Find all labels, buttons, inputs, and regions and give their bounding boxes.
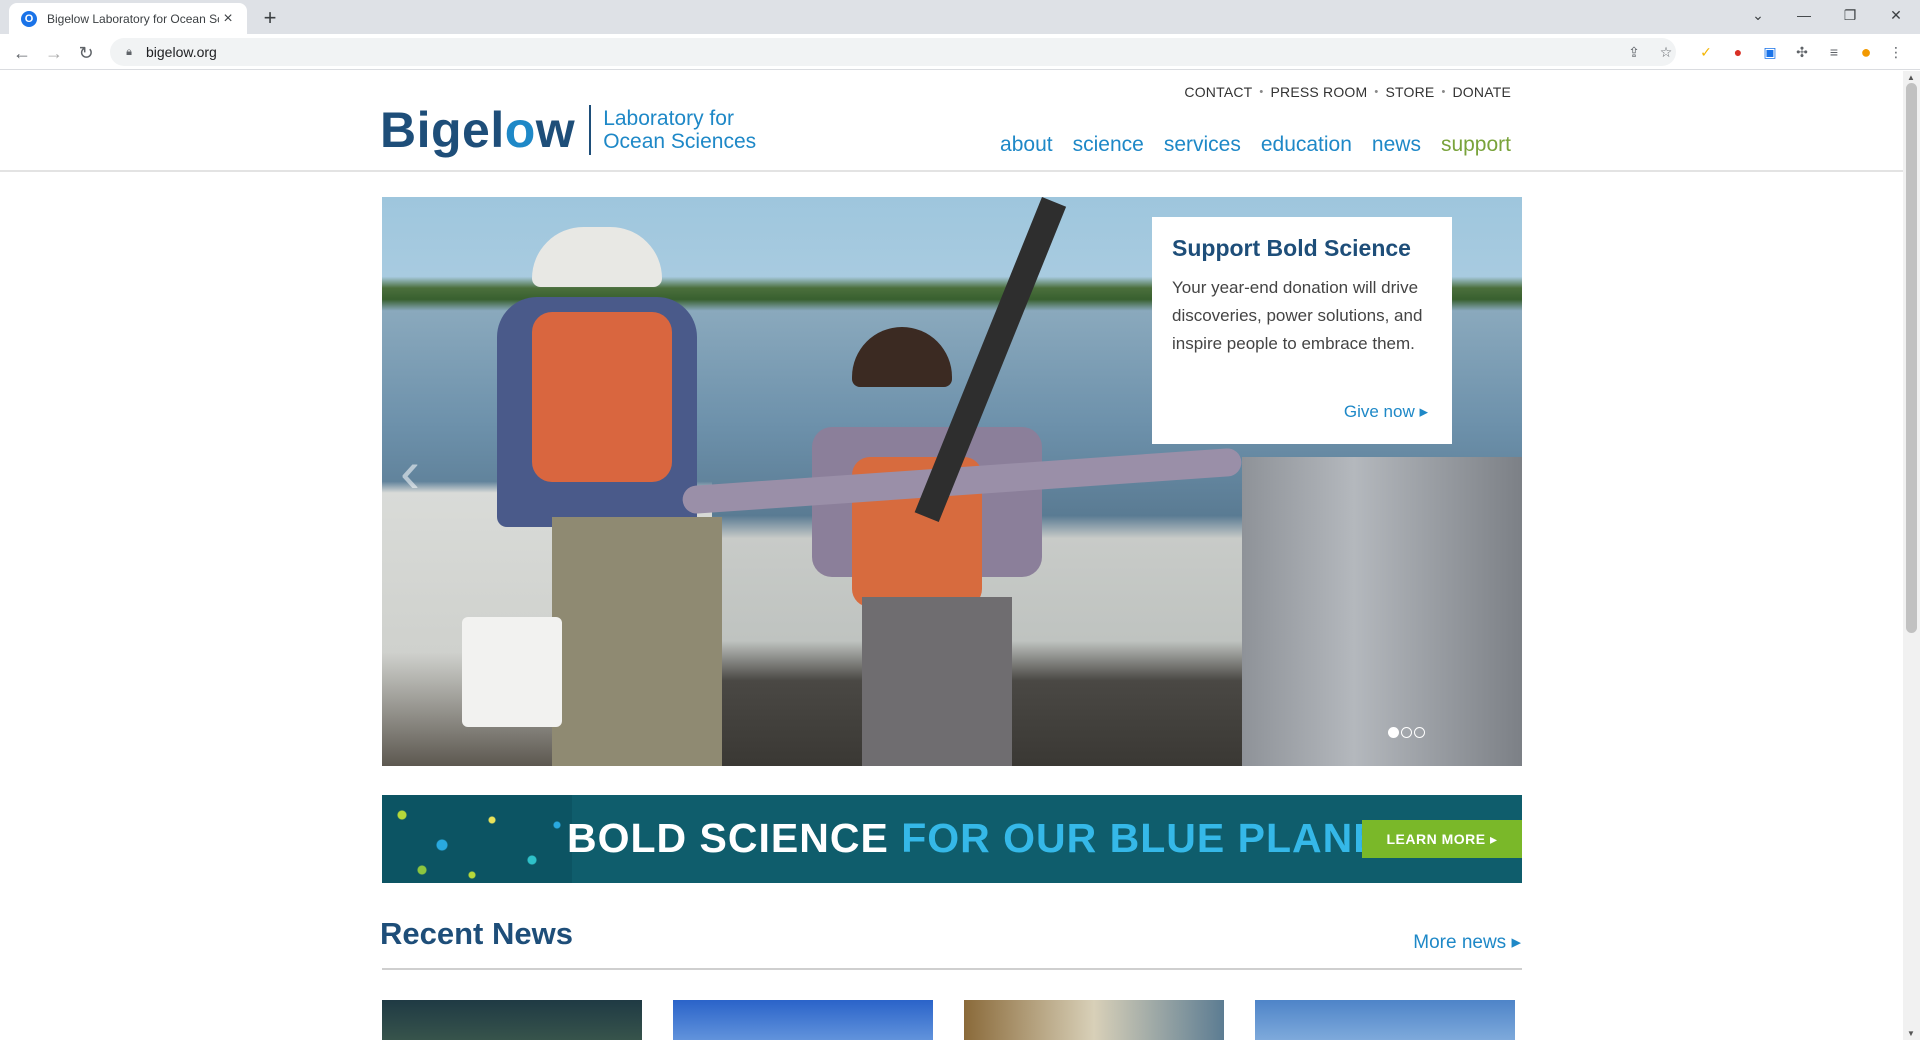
url-text[interactable]: bigelow.org: [146, 44, 217, 60]
scroll-down-icon[interactable]: ▼: [1907, 1029, 1915, 1038]
nav-news[interactable]: news: [1372, 133, 1421, 157]
hero-text: Your year-end donation will drive discov…: [1172, 278, 1423, 353]
address-bar[interactable]: 🔒︎ bigelow.org: [110, 38, 1676, 66]
main-nav: about science services education news su…: [1000, 133, 1511, 157]
utility-nav: CONTACT • PRESS ROOM • STORE • DONATE: [1184, 84, 1511, 100]
tab-search-icon[interactable]: ⌄: [1736, 0, 1780, 30]
scrollbar-thumb[interactable]: [1906, 83, 1917, 633]
learn-more-button[interactable]: LEARN MORE ▸: [1362, 820, 1522, 858]
browser-tab[interactable]: O Bigelow Laboratory for Ocean Sciences …: [9, 3, 247, 34]
scroll-up-icon[interactable]: ▲: [1907, 73, 1915, 82]
person-pants-image: [552, 517, 722, 766]
site-logo[interactable]: Bigelow Laboratory for Ocean Sciences: [380, 105, 756, 155]
store-link[interactable]: STORE: [1385, 84, 1434, 100]
reload-icon[interactable]: ↻: [72, 39, 100, 67]
slider-dot[interactable]: [1401, 727, 1412, 738]
separator-dot: •: [1374, 86, 1379, 98]
nav-support[interactable]: support: [1441, 133, 1511, 157]
reading-list-icon[interactable]: ≡: [1824, 42, 1844, 62]
donate-link[interactable]: DONATE: [1453, 84, 1512, 100]
white-bucket-image: [462, 617, 562, 727]
opera-favicon-icon: O: [21, 10, 37, 27]
bold-science-banner[interactable]: BOLD SCIENCE FOR OUR BLUE PLANET LEARN M…: [382, 795, 1522, 883]
web-page: CONTACT • PRESS ROOM • STORE • DONATE Bi…: [0, 71, 1903, 1040]
bookmark-star-icon[interactable]: ☆: [1656, 42, 1676, 62]
contact-link[interactable]: CONTACT: [1184, 84, 1252, 100]
close-window-icon[interactable]: ✕: [1874, 0, 1918, 30]
new-tab-button[interactable]: +: [258, 5, 282, 30]
forward-icon[interactable]: →: [40, 39, 68, 67]
minimize-icon[interactable]: —: [1782, 0, 1826, 30]
press-room-link[interactable]: PRESS ROOM: [1270, 84, 1367, 100]
separator-dot: •: [1259, 86, 1264, 98]
nav-education[interactable]: education: [1261, 133, 1352, 157]
slider-dots: [1388, 727, 1425, 738]
hero-slider[interactable]: ‹ Support Bold Science Your year-end don…: [382, 197, 1522, 766]
nav-about[interactable]: about: [1000, 133, 1053, 157]
menu-kebab-icon[interactable]: ⋮: [1886, 42, 1906, 62]
more-news-link[interactable]: More news ▸: [1413, 931, 1521, 954]
niskin-bottles-image: [1242, 457, 1522, 766]
dark-cap-image: [852, 327, 952, 387]
separator-dot: •: [1441, 86, 1446, 98]
close-tab-icon[interactable]: ×: [219, 10, 237, 28]
extensions-puzzle-icon[interactable]: ✣: [1792, 42, 1812, 62]
news-thumbnail-1[interactable]: [382, 1000, 642, 1040]
extension-translate-icon[interactable]: ▣: [1760, 42, 1780, 62]
recent-news-heading: Recent News: [380, 916, 573, 951]
news-thumbnail-4[interactable]: [1255, 1000, 1515, 1040]
life-vest-image: [532, 312, 672, 482]
logo-subtitle: Laboratory for Ocean Sciences: [603, 107, 757, 153]
page-scrollbar[interactable]: ▲ ▼: [1903, 71, 1920, 1040]
banner-text: BOLD SCIENCE FOR OUR BLUE PLANET: [567, 815, 1408, 861]
restore-icon[interactable]: ❐: [1828, 0, 1872, 30]
give-now-link[interactable]: Give now ▸: [1344, 402, 1428, 422]
tab-title: Bigelow Laboratory for Ocean Sciences: [47, 11, 219, 26]
extension-adblock-icon[interactable]: ●: [1728, 42, 1748, 62]
browser-toolbar: ← → ↻ 🔒︎ bigelow.org ⇪ ☆ ✓ ● ▣ ✣ ≡ ● ⋮: [0, 34, 1920, 70]
profile-avatar-icon[interactable]: ●: [1856, 42, 1876, 62]
slider-dot[interactable]: [1388, 727, 1399, 738]
news-thumbnail-2[interactable]: [673, 1000, 933, 1040]
plankton-pattern-image: [382, 795, 572, 883]
nav-science[interactable]: science: [1073, 133, 1144, 157]
slider-dot[interactable]: [1414, 727, 1425, 738]
extension-check-icon[interactable]: ✓: [1696, 42, 1716, 62]
browser-tabstrip: O Bigelow Laboratory for Ocean Sciences …: [0, 0, 1920, 34]
slider-prev-arrow-icon[interactable]: ‹: [400, 442, 420, 502]
lock-icon: 🔒︎: [126, 45, 132, 58]
share-icon[interactable]: ⇪: [1624, 42, 1644, 62]
child-pants-image: [862, 597, 1012, 766]
news-thumbnail-3[interactable]: [964, 1000, 1224, 1040]
hero-caption-box: Support Bold Science Your year-end donat…: [1152, 217, 1452, 444]
section-divider: [382, 968, 1522, 970]
back-icon[interactable]: ←: [8, 39, 36, 67]
hero-heading: Support Bold Science: [1172, 235, 1411, 261]
nav-services[interactable]: services: [1164, 133, 1241, 157]
logo-wordmark: Bigelow: [380, 102, 576, 158]
site-header: CONTACT • PRESS ROOM • STORE • DONATE Bi…: [0, 71, 1903, 172]
logo-divider: [589, 105, 592, 155]
